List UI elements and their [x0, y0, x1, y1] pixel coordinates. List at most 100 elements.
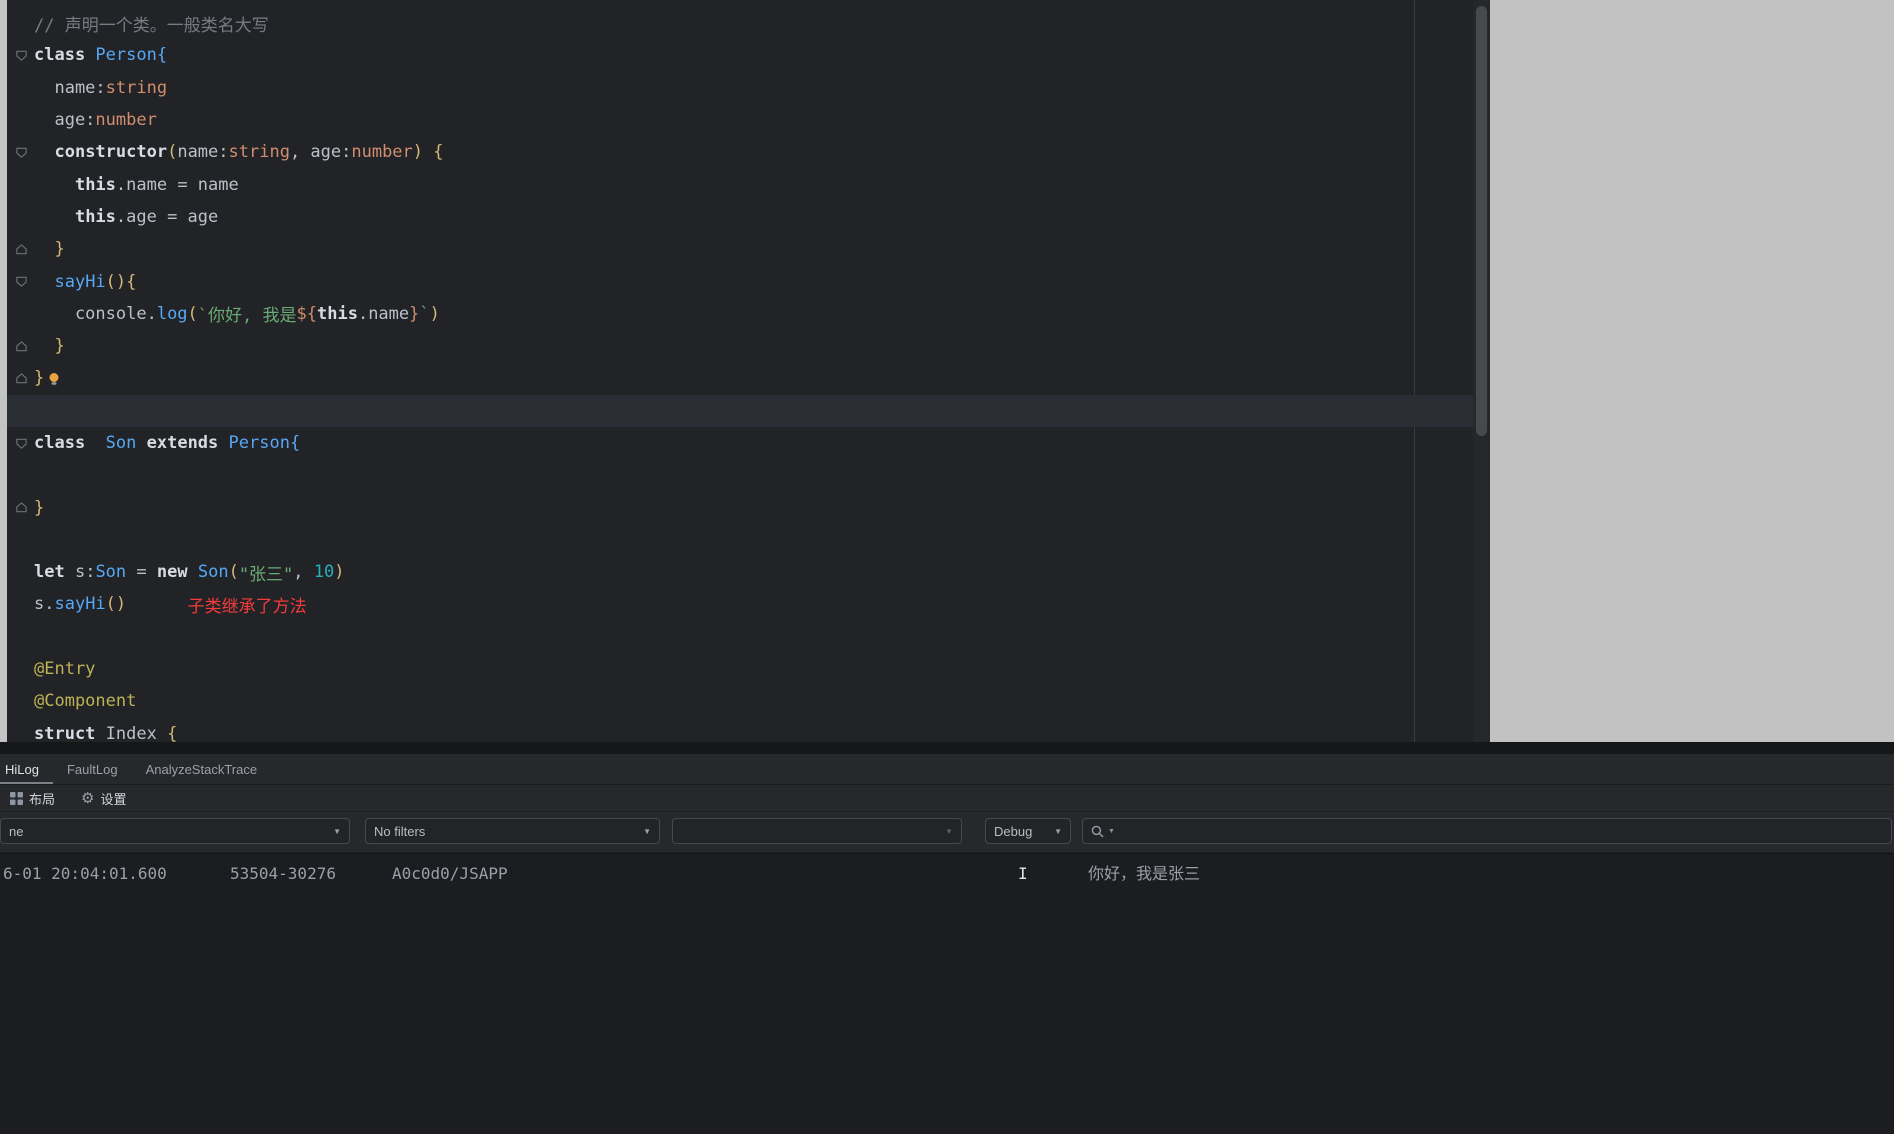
code-token: ) — [334, 562, 345, 583]
outside-area — [1490, 0, 1894, 742]
code-token: number — [95, 110, 157, 131]
chevron-down-icon: ▼ — [333, 826, 341, 836]
code-token: ( — [187, 303, 198, 324]
fold-up-icon[interactable] — [15, 340, 34, 353]
code-line: // 声明一个类。一般类名大写 — [7, 7, 1473, 39]
code-text: class Son extends Person{ — [34, 433, 300, 453]
code-token: extends — [146, 433, 219, 453]
fold-up-icon[interactable] — [15, 243, 34, 256]
fold-up-icon[interactable] — [15, 501, 34, 514]
code-token: name: — [34, 77, 106, 98]
fold-up-icon[interactable] — [15, 372, 34, 385]
code-token: s. — [34, 594, 55, 615]
code-token: struct — [34, 723, 106, 742]
log-search-field[interactable]: ▼ — [1082, 818, 1892, 844]
layout-button[interactable]: 布局 — [10, 789, 55, 808]
layout-label: 布局 — [29, 791, 56, 807]
code-token: string — [228, 142, 290, 163]
hilog-panel: HiLog FaultLog AnalyzeStackTrace 布局 ⚙ 设置… — [0, 742, 1894, 1134]
code-line: age: number — [7, 104, 1473, 136]
code-token: constructor — [54, 142, 168, 163]
editor-scrollbar[interactable] — [1473, 0, 1490, 742]
code-token: let — [34, 562, 75, 583]
code-text: s. sayHi() 子类继承了方法 — [34, 592, 307, 617]
code-token: } — [54, 336, 65, 357]
log-entry-row[interactable]: 6-01 20:04:01.600 53504-30276 A0c0d0/JSA… — [0, 854, 1894, 894]
scrollbar-thumb[interactable] — [1476, 6, 1487, 436]
code-token: `你好, 我是 — [197, 306, 297, 327]
tab-faultlog[interactable]: FaultLog — [53, 754, 132, 784]
code-text: class Person{ — [34, 45, 167, 65]
log-message: 你好，我是张三 — [1088, 864, 1201, 883]
panel-separator — [0, 742, 1894, 754]
process-select[interactable]: ▼ — [672, 818, 962, 844]
code-token: @Component — [34, 691, 137, 712]
code-line: s. sayHi() 子类继承了方法 — [7, 588, 1473, 620]
code-line: this .age = age — [7, 201, 1473, 233]
code-token: age: — [34, 110, 96, 131]
code-token: sayHi — [54, 594, 106, 615]
code-line: @Component — [7, 685, 1473, 717]
code-text: } — [34, 336, 65, 357]
code-token: } — [34, 497, 45, 518]
code-token: ` — [419, 303, 430, 324]
code-token: ) — [412, 142, 424, 163]
code-token: "张三" — [238, 564, 294, 585]
code-token: Son — [95, 562, 127, 583]
code-token: name: — [177, 142, 229, 163]
code-line: sayHi(){ — [7, 265, 1473, 297]
log-level-value: Debug — [994, 823, 1033, 839]
log-output-area[interactable]: 6-01 20:04:01.600 53504-30276 A0c0d0/JSA… — [0, 853, 1894, 1134]
code-token: 10 — [313, 562, 335, 583]
device-select[interactable]: ne ▼ — [0, 818, 350, 844]
code-token: .age = age — [115, 206, 219, 227]
fold-down-icon[interactable] — [15, 437, 34, 450]
intention-bulb-icon[interactable] — [47, 372, 61, 386]
chevron-down-icon: ▼ — [1054, 826, 1062, 836]
log-tag: A0c0d0/JSAPP — [392, 864, 508, 883]
code-token: .name = name — [115, 174, 239, 195]
fold-down-icon[interactable] — [15, 146, 34, 159]
code-line: this .name = name — [7, 168, 1473, 200]
code-token: new — [156, 562, 188, 583]
tab-hilog[interactable]: HiLog — [0, 754, 53, 784]
code-text: struct Index { — [34, 724, 177, 742]
log-filter-select[interactable]: No filters ▼ — [365, 818, 660, 844]
device-select-value: ne — [9, 823, 24, 839]
search-icon — [1091, 825, 1104, 838]
code-token: , age: — [289, 142, 352, 163]
code-line: class Son extends Person{ — [7, 427, 1473, 459]
code-line: class Person{ — [7, 39, 1473, 71]
log-level-select[interactable]: Debug ▼ — [985, 818, 1071, 844]
code-token: Son — [105, 433, 137, 453]
search-input[interactable] — [1118, 822, 1883, 840]
code-token: { — [167, 723, 178, 742]
code-token: .name — [357, 303, 410, 324]
settings-button[interactable]: ⚙ 设置 — [81, 789, 126, 808]
code-line: name: string — [7, 72, 1473, 104]
code-token: (){ — [105, 271, 137, 292]
code-token: this — [74, 206, 116, 227]
code-token: ${ — [296, 303, 317, 324]
code-token: } — [54, 239, 65, 260]
tab-analyzestacktrace[interactable]: AnalyzeStackTrace — [132, 754, 272, 784]
filter-row: ne ▼ No filters ▼ ▼ Debug ▼ ▼ — [0, 811, 1894, 853]
code-token: @Entry — [34, 659, 96, 680]
code-text: @Component — [34, 691, 136, 711]
code-text: @Entry — [34, 659, 95, 679]
code-editor[interactable]: // 声明一个类。一般类名大写 class Person{ name: string… — [7, 0, 1490, 742]
code-token: string — [105, 77, 168, 98]
fold-down-icon[interactable] — [15, 49, 34, 62]
gear-icon: ⚙ — [81, 789, 95, 807]
code-area[interactable]: // 声明一个类。一般类名大写 class Person{ name: string… — [7, 0, 1473, 742]
code-token: Index — [105, 723, 168, 742]
code-token: log — [156, 303, 188, 324]
code-token: number — [351, 142, 413, 163]
fold-down-icon[interactable] — [15, 275, 34, 288]
code-token: , — [293, 562, 314, 583]
